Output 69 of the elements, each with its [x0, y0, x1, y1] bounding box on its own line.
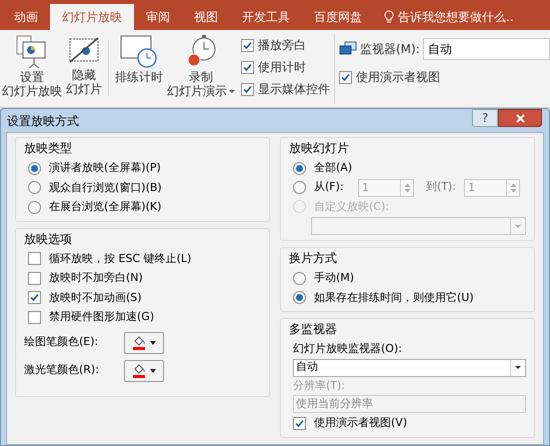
radio-label: 观众自行浏览(窗口)(B) — [49, 180, 162, 196]
ribbon-button[interactable]: 隐藏 幻灯片 — [64, 34, 104, 96]
caret-icon — [150, 368, 156, 372]
radio-button[interactable] — [28, 181, 41, 194]
ribbon-tab[interactable]: 开发工具 — [230, 4, 302, 30]
ribbon-button[interactable]: 设置 幻灯片放映 — [0, 34, 64, 98]
checkbox-label: 使用演示者视图(V) — [314, 415, 408, 431]
ribbon-tab[interactable]: 动画 — [2, 4, 50, 30]
group-title: 多监视器 — [289, 321, 338, 338]
dialog-title: 设置放映方式 — [6, 112, 79, 130]
ribbon-button[interactable]: 录制 幻灯片演示 — [165, 34, 237, 98]
color-picker-button[interactable] — [124, 360, 164, 382]
pen-color-label: 激光笔颜色(R): — [24, 362, 100, 378]
pen-color-label: 绘图笔颜色(E): — [24, 334, 100, 350]
ribbon-tab[interactable]: 幻灯片放映 — [50, 4, 134, 30]
checkbox[interactable] — [293, 416, 306, 430]
tell-me-search[interactable]: 告诉我您想要做什么.. — [398, 8, 514, 26]
monitor-dropdown[interactable]: 自动 — [293, 358, 526, 376]
checkbox-label: 播放旁白 — [258, 37, 306, 54]
checkbox[interactable] — [28, 291, 41, 304]
close-icon — [516, 114, 524, 122]
radio-button[interactable] — [28, 162, 41, 175]
group-title: 放映幻灯片 — [289, 140, 350, 157]
checkbox-label: 使用计时 — [258, 59, 306, 76]
checkbox-label: 循环放映，按 ESC 键终止(L) — [49, 250, 192, 266]
ribbon-tab[interactable]: 视图 — [182, 4, 230, 30]
checkbox-label: 显示媒体控件 — [258, 81, 330, 98]
ribbon-tab[interactable]: 审阅 — [134, 4, 182, 30]
checkbox[interactable] — [28, 310, 41, 324]
color-picker-button[interactable] — [124, 332, 164, 354]
caret-icon — [150, 340, 156, 344]
help-button[interactable]: ? — [472, 109, 498, 127]
radio-button[interactable] — [293, 181, 306, 194]
radio-label: 从(F): — [314, 179, 345, 196]
checkbox[interactable] — [241, 82, 254, 96]
checkbox-label: 放映时不加动画(S) — [49, 290, 142, 306]
group-title: 放映类型 — [24, 140, 73, 157]
radio-label: 如果存在排练时间，则使用它(U) — [314, 290, 474, 306]
radio-label: 演讲者放映(全屏幕)(P) — [49, 160, 161, 176]
monitor-label: 监视器(M): — [360, 41, 420, 58]
checkbox[interactable] — [339, 70, 352, 84]
radio-label: 全部(A) — [314, 160, 352, 176]
checkbox[interactable] — [28, 252, 41, 266]
monitor-dropdown[interactable]: 自动 — [422, 38, 550, 60]
radio-label: 自定义放映(C): — [314, 198, 389, 214]
close-button[interactable] — [498, 109, 542, 127]
radio-button[interactable] — [293, 162, 306, 175]
checkbox-label: 禁用硬件图形加速(G) — [49, 309, 154, 325]
ribbon-tab[interactable]: 百度网盘 — [302, 4, 374, 30]
checkbox-label: 放映时不加旁白(N) — [49, 270, 143, 286]
caret-icon — [229, 90, 235, 92]
radio-button[interactable] — [293, 291, 306, 304]
lightbulb-icon — [384, 10, 394, 24]
monitor-label: 幻灯片放映监视器(O): — [293, 341, 403, 357]
checkbox[interactable] — [241, 38, 254, 52]
checkbox[interactable] — [28, 272, 41, 285]
to-label: 到(T): — [426, 179, 456, 196]
timer-screen-icon — [119, 34, 159, 70]
radio-button[interactable] — [28, 200, 41, 214]
radio-label: 手动(M) — [314, 270, 354, 286]
group-title: 换片方式 — [289, 250, 338, 267]
resolution-label: 分辨率(T): — [293, 378, 346, 394]
radio-label: 在展台浏览(全屏幕)(K) — [49, 199, 162, 215]
group-title: 放映选项 — [24, 230, 73, 248]
monitors-icon — [339, 41, 357, 57]
checkbox-label: 使用演示者视图 — [356, 69, 440, 86]
ribbon-button[interactable]: 排练计时 — [113, 34, 165, 84]
checkbox[interactable] — [241, 60, 254, 74]
radio-button[interactable] — [293, 272, 306, 285]
